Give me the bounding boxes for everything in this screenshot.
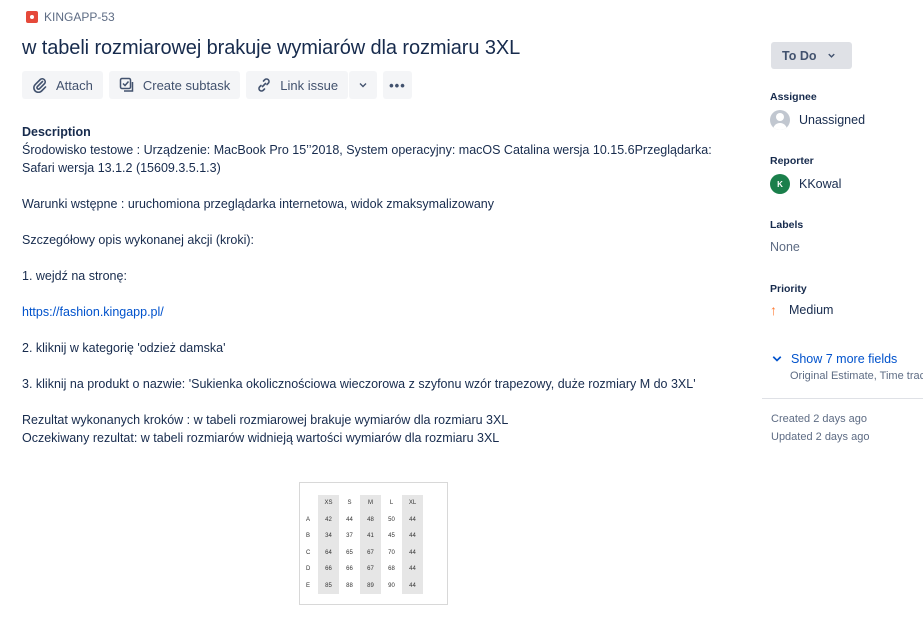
- show-more-label: Show 7 more fields: [791, 352, 898, 366]
- size-cell: 44: [402, 577, 423, 594]
- priority-label: Priority: [770, 283, 807, 295]
- arrow-up-icon: ↑: [770, 302, 777, 318]
- description-environment-line2: Safari wersja 13.1.2 (15609.3.5.1.3): [22, 161, 221, 175]
- size-cell: 90: [388, 582, 395, 589]
- size-cell: 34: [318, 528, 339, 545]
- size-cell: 37: [346, 533, 353, 540]
- size-header: S: [347, 500, 352, 507]
- size-cell: 42: [318, 511, 339, 528]
- size-cell: 41: [360, 528, 381, 545]
- size-cell: 44: [402, 561, 423, 578]
- paperclip-icon: [33, 78, 47, 93]
- size-cell: 67: [360, 544, 381, 561]
- size-cell: 44: [346, 516, 353, 523]
- create-subtask-label: Create subtask: [142, 77, 231, 93]
- reporter-value: KKowal: [799, 177, 842, 191]
- link-issue-group: Link issue: [246, 71, 378, 99]
- reporter-label: Reporter: [770, 155, 814, 167]
- size-cell: 66: [318, 561, 339, 578]
- size-header: XL: [402, 495, 423, 512]
- size-cell: 66: [346, 566, 353, 573]
- issue-toolbar: Attach Create subtask Link issue •••: [22, 71, 412, 99]
- size-cell: 45: [388, 533, 395, 540]
- subtask-icon: [119, 77, 134, 92]
- size-header: M: [360, 495, 381, 512]
- description-label: Description: [22, 125, 91, 139]
- size-cell: 85: [318, 577, 339, 594]
- labels-label: Labels: [770, 219, 804, 231]
- size-table-row: C 64 65 67 70 44: [306, 544, 423, 561]
- description-environment-line1: Środowisko testowe : Urządzenie: MacBook…: [22, 143, 712, 157]
- size-cell: 50: [388, 516, 395, 523]
- size-table-attachment[interactable]: XS S M L XL A 42 44 48 50 44 B 34 37 41 …: [299, 482, 448, 605]
- created-timestamp: Created 2 days ago: [771, 413, 868, 425]
- issue-title[interactable]: w tabeli rozmiarowej brakuje wymiarów dl…: [22, 37, 520, 60]
- attach-button[interactable]: Attach: [22, 71, 103, 99]
- size-table: XS S M L XL A 42 44 48 50 44 B 34 37 41 …: [306, 495, 423, 594]
- description-section: Description Środowisko testowe : Urządze…: [22, 123, 742, 447]
- row-label: E: [306, 582, 311, 589]
- size-table-row: D 66 66 67 68 44: [306, 561, 423, 578]
- size-table-row: E 85 88 89 90 44: [306, 577, 423, 594]
- description-step-3: 3. kliknij na produkt o nazwie: 'Sukienk…: [22, 377, 696, 391]
- assignee-field[interactable]: Unassigned: [770, 110, 865, 130]
- status-button[interactable]: To Do: [771, 42, 852, 69]
- size-cell: 88: [346, 582, 353, 589]
- description-result: Rezultat wykonanych kroków : w tabeli ro…: [22, 413, 509, 427]
- sidebar-divider: [762, 398, 923, 399]
- labels-value[interactable]: None: [770, 240, 800, 254]
- priority-value: Medium: [789, 303, 834, 317]
- show-more-fields-list: Original Estimate, Time tracking: [790, 370, 923, 382]
- size-cell: 44: [402, 511, 423, 528]
- avatar: K: [770, 174, 790, 194]
- attach-label: Attach: [56, 77, 93, 93]
- link-issue-dropdown[interactable]: [349, 71, 378, 99]
- size-cell: 68: [388, 566, 395, 573]
- size-cell: 67: [360, 561, 381, 578]
- size-table-row: B 34 37 41 45 44: [306, 528, 423, 545]
- size-table-header-row: XS S M L XL: [306, 495, 423, 512]
- issue-key-label[interactable]: KINGAPP-53: [44, 10, 115, 24]
- description-step-2: 2. kliknij w kategorię 'odzież damska': [22, 341, 226, 355]
- size-cell: 44: [402, 544, 423, 561]
- breadcrumb-issue-key[interactable]: KINGAPP-53: [26, 10, 115, 24]
- description-expected: Oczekiwany rezultat: w tabeli rozmiarów …: [22, 431, 500, 445]
- size-header: L: [389, 500, 394, 507]
- description-url-link[interactable]: https://fashion.kingapp.pl/: [22, 303, 742, 321]
- link-icon: [258, 78, 271, 92]
- chevron-down-icon: [359, 83, 367, 88]
- size-table-row: A 42 44 48 50 44: [306, 511, 423, 528]
- assignee-label: Assignee: [770, 91, 817, 103]
- size-header: XS: [318, 495, 339, 512]
- row-label: D: [306, 566, 311, 573]
- bug-icon: [26, 11, 38, 23]
- description-preconditions: Warunki wstępne : uruchomiona przeglądar…: [22, 197, 494, 211]
- show-more-fields-link[interactable]: Show 7 more fields: [771, 352, 897, 366]
- more-actions-button[interactable]: •••: [383, 71, 412, 99]
- updated-timestamp: Updated 2 days ago: [771, 431, 870, 443]
- link-issue-button[interactable]: Link issue: [246, 71, 349, 99]
- row-label: C: [306, 549, 311, 556]
- size-cell: 64: [318, 544, 339, 561]
- priority-field[interactable]: ↑ Medium: [770, 302, 833, 318]
- size-cell: 70: [388, 549, 395, 556]
- assignee-value: Unassigned: [799, 113, 866, 127]
- unassigned-avatar-icon: [770, 110, 790, 130]
- description-steps-intro: Szczegółowy opis wykonanej akcji (kroki)…: [22, 233, 255, 247]
- row-label: B: [306, 533, 311, 540]
- create-subtask-button[interactable]: Create subtask: [108, 71, 241, 99]
- row-label: A: [306, 516, 311, 523]
- chevron-down-icon: [772, 356, 782, 362]
- description-step-1: 1. wejdź na stronę:: [22, 269, 127, 283]
- size-cell: 44: [402, 528, 423, 545]
- size-cell: 65: [346, 549, 353, 556]
- reporter-field[interactable]: K KKowal: [770, 174, 841, 194]
- chevron-down-icon: [828, 53, 836, 58]
- link-issue-label: Link issue: [280, 77, 339, 93]
- size-cell: 48: [360, 511, 381, 528]
- size-cell: 89: [360, 577, 381, 594]
- status-label: To Do: [782, 48, 817, 63]
